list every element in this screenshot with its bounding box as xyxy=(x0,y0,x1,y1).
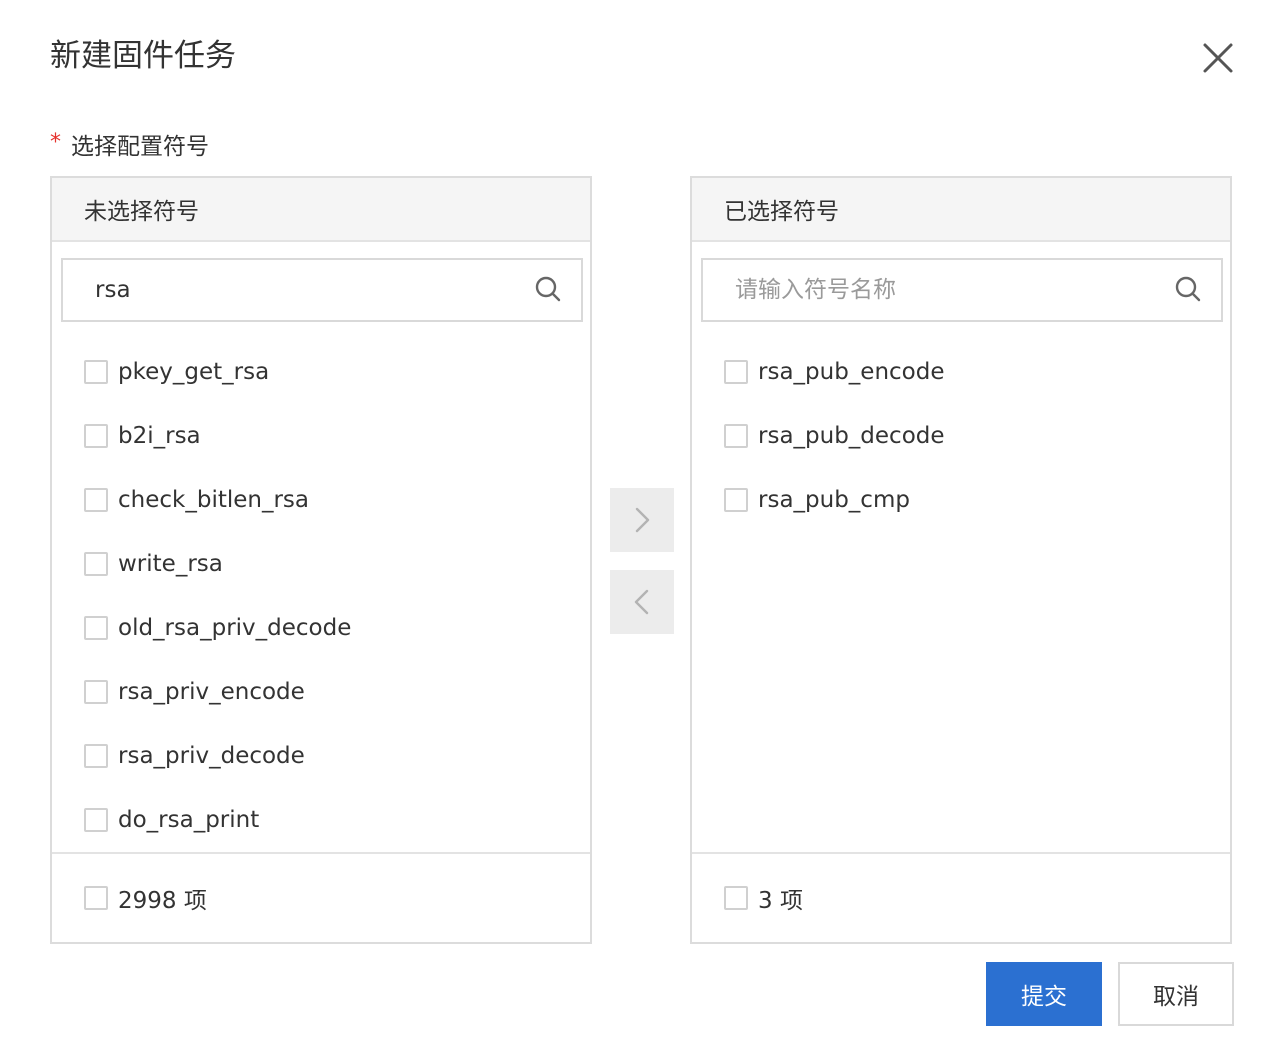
selected-list: rsa_pub_encode rsa_pub_decode rsa_pub_cm… xyxy=(692,340,1230,532)
item-checkbox[interactable] xyxy=(84,616,108,640)
item-label: pkey_get_rsa xyxy=(118,359,270,385)
list-item[interactable]: do_rsa_print xyxy=(52,788,590,852)
item-label: write_rsa xyxy=(118,551,223,577)
item-checkbox[interactable] xyxy=(724,488,748,512)
selected-search xyxy=(701,258,1223,322)
search-icon[interactable] xyxy=(1173,274,1203,304)
close-button[interactable] xyxy=(1196,36,1240,80)
item-checkbox[interactable] xyxy=(84,424,108,448)
item-label: old_rsa_priv_decode xyxy=(118,615,352,641)
unselected-search xyxy=(61,258,583,322)
field-label-text: 选择配置符号 xyxy=(71,134,209,160)
list-item[interactable]: rsa_priv_decode xyxy=(52,724,590,788)
item-checkbox[interactable] xyxy=(724,424,748,448)
selected-search-input[interactable] xyxy=(703,259,1157,321)
item-checkbox[interactable] xyxy=(84,744,108,768)
chevron-left-icon xyxy=(634,589,649,615)
chevron-right-icon xyxy=(635,507,650,533)
unselected-panel-header: 未选择符号 xyxy=(52,178,590,242)
dialog-title: 新建固件任务 xyxy=(50,38,236,74)
item-checkbox[interactable] xyxy=(84,680,108,704)
close-icon xyxy=(1203,43,1233,73)
item-checkbox[interactable] xyxy=(84,488,108,512)
list-item[interactable]: rsa_pub_decode xyxy=(692,404,1230,468)
item-label: do_rsa_print xyxy=(118,807,260,833)
field-label: * 选择配置符号 xyxy=(50,124,209,164)
item-checkbox[interactable] xyxy=(724,360,748,384)
item-label: b2i_rsa xyxy=(118,423,201,449)
item-count: 2998 项 xyxy=(118,888,207,914)
move-left-button[interactable] xyxy=(610,570,674,634)
select-all-checkbox[interactable] xyxy=(84,886,108,910)
submit-button[interactable]: 提交 xyxy=(986,962,1102,1026)
required-mark: * xyxy=(50,129,61,155)
move-right-button[interactable] xyxy=(610,488,674,552)
unselected-panel: 未选择符号 pkey_get_rsa b2i_rsa check_bitlen_… xyxy=(50,176,592,944)
unselected-search-input[interactable] xyxy=(63,259,517,321)
item-label: rsa_priv_encode xyxy=(118,679,305,705)
unselected-footer: 2998 项 xyxy=(52,852,590,942)
list-item[interactable]: rsa_priv_encode xyxy=(52,660,590,724)
unselected-list: pkey_get_rsa b2i_rsa check_bitlen_rsa wr… xyxy=(52,340,590,852)
list-item[interactable]: b2i_rsa xyxy=(52,404,590,468)
list-item[interactable]: check_bitlen_rsa xyxy=(52,468,590,532)
item-label: rsa_priv_decode xyxy=(118,743,305,769)
item-count: 3 项 xyxy=(758,888,803,914)
item-label: rsa_pub_cmp xyxy=(758,487,910,513)
item-label: rsa_pub_decode xyxy=(758,423,945,449)
selected-panel: 已选择符号 rsa_pub_encode rsa_pub_decode rsa_… xyxy=(690,176,1232,944)
list-item[interactable]: rsa_pub_cmp xyxy=(692,468,1230,532)
search-icon[interactable] xyxy=(533,274,563,304)
item-checkbox[interactable] xyxy=(84,360,108,384)
item-label: check_bitlen_rsa xyxy=(118,487,309,513)
list-item[interactable]: pkey_get_rsa xyxy=(52,340,590,404)
selected-footer: 3 项 xyxy=(692,852,1230,942)
list-item[interactable]: rsa_pub_encode xyxy=(692,340,1230,404)
select-all-checkbox[interactable] xyxy=(724,886,748,910)
list-item[interactable]: write_rsa xyxy=(52,532,590,596)
item-checkbox[interactable] xyxy=(84,552,108,576)
item-checkbox[interactable] xyxy=(84,808,108,832)
list-item[interactable]: old_rsa_priv_decode xyxy=(52,596,590,660)
selected-panel-header: 已选择符号 xyxy=(692,178,1230,242)
item-label: rsa_pub_encode xyxy=(758,359,945,385)
cancel-button[interactable]: 取消 xyxy=(1118,962,1234,1026)
